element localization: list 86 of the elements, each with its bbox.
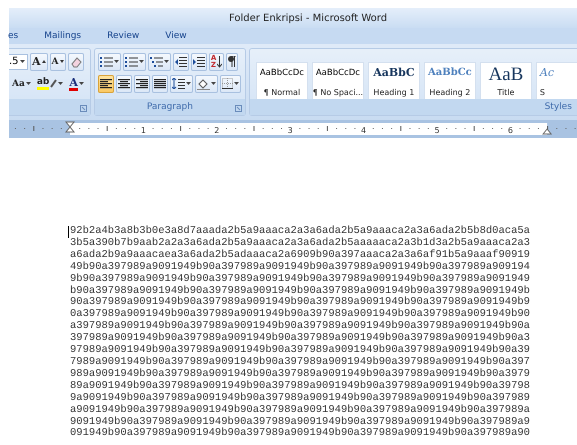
outline-list-icon bbox=[150, 56, 163, 66]
document-text-line: 091949b90a397989a9091949b90a397989a9091949b90a397989a9091949b90a397989a90 bbox=[70, 428, 530, 440]
dropdown-arrow-icon bbox=[186, 82, 191, 85]
document-text-line: 397989a9091949b90a397989a9091949b90a397989a9091949b90a397989a9091949b90a3 bbox=[70, 333, 530, 344]
text-cursor bbox=[68, 226, 69, 238]
align-button[interactable] bbox=[134, 74, 150, 92]
indent-icon bbox=[174, 56, 187, 66]
numbered-list-icon bbox=[124, 56, 138, 66]
style-preset[interactable]: AaBbCcDc ¶ Normal bbox=[256, 62, 308, 99]
multilevel-list-button[interactable] bbox=[148, 52, 171, 70]
align-button[interactable] bbox=[98, 74, 114, 92]
style-preset[interactable]: AaBbCcDc ¶ No Spaci... bbox=[312, 62, 364, 99]
ruler-number: 3 bbox=[288, 126, 293, 135]
show-formatting-button[interactable] bbox=[226, 52, 238, 70]
ruler-number: 2 bbox=[214, 126, 220, 135]
eraser-icon bbox=[70, 56, 82, 68]
shrink-font-button[interactable]: A bbox=[50, 52, 66, 70]
align-button[interactable] bbox=[116, 74, 132, 92]
document-text-line: 3b5a390b7b9aab2a2a3a6ada2b5a9aaaca2a3a6ada2b5aaaaaca2a3b1d3a2b5a9aaaca2a3 bbox=[70, 238, 530, 249]
style-preset[interactable]: AaB Title bbox=[480, 62, 532, 99]
pilcrow-icon bbox=[228, 56, 236, 67]
document-text-line: 92b2a4b3a8b3b0e3a8d7aaada2b5a9aaaca2a3a6ada2b5a9aaaca2a3a6ada2b5b8d0aca5a bbox=[70, 226, 530, 237]
ruler-number: 5 bbox=[434, 126, 440, 135]
down-arrow-icon bbox=[217, 56, 222, 68]
dropdown-arrow-icon bbox=[26, 82, 31, 85]
style-preset[interactable]: Ac S bbox=[536, 62, 577, 99]
document-text-line: 97989a9091949b90a397989a9091949b90a397989a9091949b90a397989a9091949b90a39 bbox=[70, 345, 530, 356]
line-spacing-icon bbox=[172, 78, 185, 89]
border-grid-icon bbox=[222, 78, 233, 89]
dropdown-arrow-icon bbox=[58, 82, 64, 85]
ribbon-tab[interactable]: Mailings bbox=[42, 31, 84, 41]
increase-indent-button[interactable] bbox=[190, 52, 207, 70]
dropdown-arrow-icon bbox=[114, 60, 119, 63]
numbering-button[interactable] bbox=[122, 52, 146, 70]
align-button[interactable] bbox=[152, 74, 168, 92]
pen-icon bbox=[50, 79, 58, 88]
caret-icon bbox=[60, 60, 64, 63]
document-text-line: a6ada2b9a9aaacaea3a6ada2b5adaaaca2a6909b90a397aaaca2a3a6af91b5a9aaaf90919 bbox=[70, 250, 530, 261]
dropdown-arrow-icon bbox=[210, 82, 216, 85]
change-case-button[interactable]: Aa bbox=[10, 74, 33, 92]
document-text-line: 0a397989a9091949b90a397989a9091949b90a397989a9091949b90a397989a9091949b90 bbox=[70, 309, 530, 320]
document-text-line: 9091949b90a397989a9091949b90a397989a9091949b90a397989a9091949b90a397989a9 bbox=[70, 416, 530, 428]
document-text-line: b90a397989a9091949b90a397989a9091949b90a397989a9091949b90a397989a9091949b bbox=[70, 286, 530, 297]
line-spacing-button[interactable] bbox=[170, 74, 193, 92]
indent-marker-icon[interactable] bbox=[542, 128, 552, 134]
ribbon-tab[interactable]: View bbox=[163, 31, 189, 41]
decrease-indent-button[interactable] bbox=[172, 52, 189, 70]
document-text-line: a397989a9091949b90a397989a9091949b90a397989a9091949b90a397989a9091949b90a bbox=[70, 321, 530, 332]
document-text-line: a9091949b90a397989a9091949b90a397989a9091949b90a397989a9091949b90a397989a bbox=[70, 404, 530, 416]
align-right-icon bbox=[136, 78, 148, 88]
document-text-line: 989a9091949b90a397989a9091949b90a397989a9091949b90a397989a9091949b90a3979 bbox=[70, 368, 530, 380]
dropdown-arrow-icon bbox=[20, 60, 25, 63]
font-size-field[interactable]: .5 bbox=[9, 54, 28, 70]
group-label: Styles bbox=[544, 102, 572, 112]
group-label: Paragraph bbox=[146, 102, 193, 112]
document-text-line: 89a9091949b90a397989a9091949b90a397989a9091949b90a397989a9091949b90a39798 bbox=[70, 380, 530, 392]
window-title: Folder Enkripsi - Microsoft Word bbox=[228, 12, 388, 24]
ribbon-tab[interactable]: es bbox=[6, 31, 20, 41]
borders-button[interactable] bbox=[220, 74, 241, 92]
bullets-button[interactable] bbox=[98, 52, 121, 70]
dropdown-arrow-icon bbox=[164, 60, 169, 63]
ruler-number: 4 bbox=[361, 126, 366, 135]
caret-icon bbox=[42, 60, 46, 63]
bullet-list-icon bbox=[100, 56, 113, 66]
grow-font-button[interactable]: A bbox=[30, 52, 48, 70]
align-left-icon bbox=[100, 78, 112, 88]
document-text-line: 90a397989a9091949b90a397989a9091949b90a397989a9091949b90a397989a9091949b9 bbox=[70, 297, 530, 308]
dropdown-arrow-icon bbox=[138, 60, 144, 63]
indent-icon bbox=[192, 56, 205, 66]
font-color-button[interactable]: A bbox=[67, 74, 86, 92]
align-justify-icon bbox=[154, 78, 166, 88]
style-preset[interactable]: AaBbC Heading 1 bbox=[368, 62, 420, 99]
dropdown-arrow-icon bbox=[78, 82, 84, 85]
document-text-line: 9a9091949b90a397989a9091949b90a397989a9091949b90a397989a9091949b90a397989 bbox=[70, 392, 530, 404]
highlight-button[interactable]: ab bbox=[34, 74, 66, 92]
dropdown-arrow-icon bbox=[234, 82, 239, 85]
ruler-number: 1 bbox=[140, 126, 146, 135]
style-preset[interactable]: AaBbCc Heading 2 bbox=[424, 62, 476, 99]
document-text-line: 9b90a397989a9091949b90a397989a9091949b90a397989a9091949b90a397989a9091949 bbox=[70, 274, 530, 285]
document-text-line: 7989a9091949b90a397989a9091949b90a397989a9091949b90a397989a9091949b90a397 bbox=[70, 356, 530, 368]
ruler-number: 6 bbox=[508, 126, 513, 135]
ribbon-tab[interactable]: Review bbox=[105, 31, 142, 41]
shading-button[interactable] bbox=[194, 74, 218, 92]
clear-formatting-button[interactable] bbox=[68, 52, 84, 70]
document-text-line: 49b90a397989a9091949b90a397989a9091949b90a397989a9091949b90a397989a909194 bbox=[70, 262, 530, 273]
align-center-icon bbox=[118, 78, 130, 88]
